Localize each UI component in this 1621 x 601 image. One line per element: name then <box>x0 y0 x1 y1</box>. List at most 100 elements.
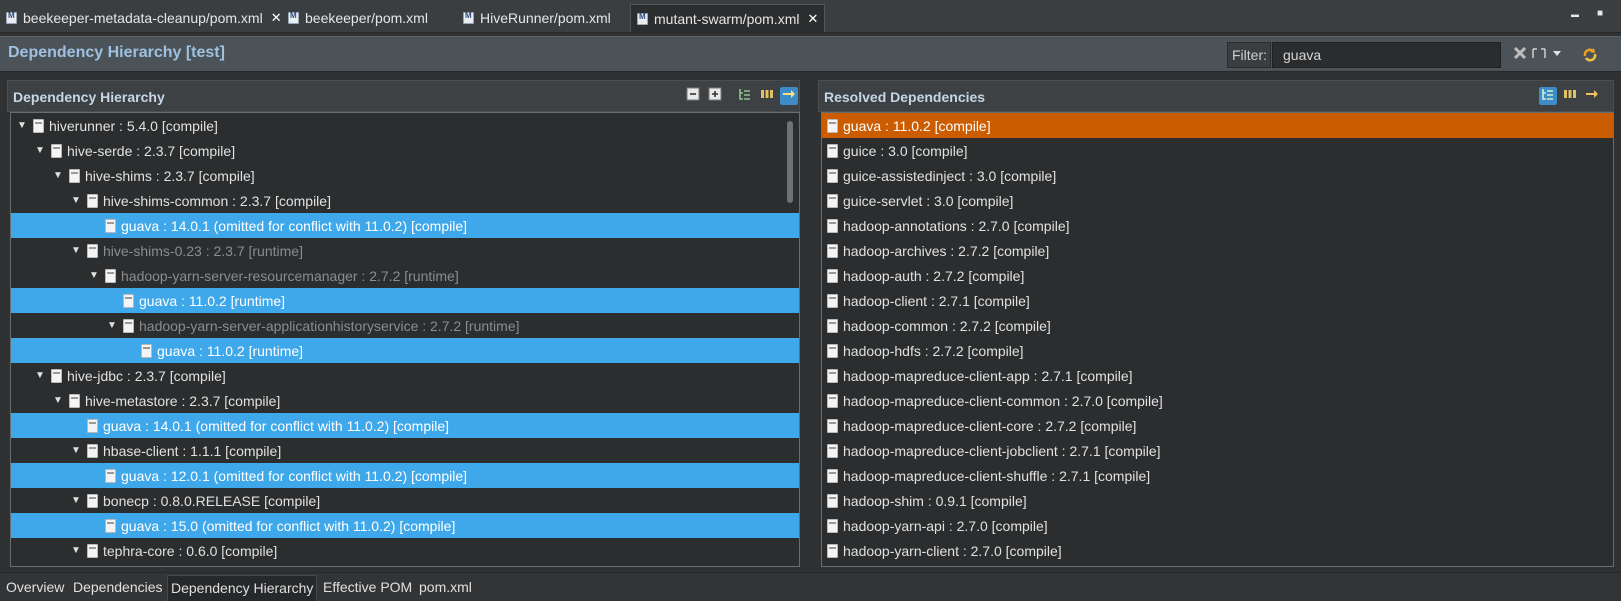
jar-icon <box>827 193 838 208</box>
list-item-label: hadoop-mapreduce-client-core : 2.7.2 [co… <box>843 417 1137 434</box>
expand-all-icon[interactable] <box>706 87 724 105</box>
close-icon[interactable]: ✕ <box>807 11 818 27</box>
tree-row[interactable]: ▼ hadoop-yarn-server-resourcemanager : 2.… <box>11 263 799 288</box>
chevron-down-icon[interactable]: ▼ <box>51 395 65 406</box>
list-item-label: hadoop-hdfs : 2.7.2 [compile] <box>843 342 1024 359</box>
chevron-down-icon[interactable]: ▼ <box>69 445 83 456</box>
list-item[interactable]: hadoop-hdfs : 2.7.2 [compile] <box>822 338 1613 363</box>
refresh-icon[interactable] <box>1580 46 1600 66</box>
tree-row-label: hiverunner : 5.4.0 [compile] <box>49 117 218 134</box>
tree-row[interactable]: guava : 14.0.1 (omitted for conflict wit… <box>11 213 799 238</box>
filter-mode-dropdown-icon[interactable] <box>1530 46 1566 66</box>
tree-row[interactable]: ▼ bonecp : 0.8.0.RELEASE [compile] <box>11 488 799 513</box>
jar-icon <box>827 543 838 558</box>
filter-label: Filter: <box>1227 42 1271 68</box>
jar-icon <box>87 543 98 558</box>
tab-effective-pom[interactable]: Effective POM <box>320 578 415 600</box>
filter-input[interactable] <box>1272 42 1501 68</box>
tree-row[interactable]: ▼ hive-shims : 2.3.7 [compile] <box>11 163 799 188</box>
jar-icon <box>827 118 838 133</box>
tree-row-label: tephra-core : 0.6.0 [compile] <box>103 542 278 559</box>
list-item[interactable]: hadoop-annotations : 2.7.0 [compile] <box>822 213 1613 238</box>
clear-filter-icon[interactable] <box>1510 46 1530 66</box>
tree-row[interactable]: guava : 11.0.2 [runtime] <box>11 338 799 363</box>
jar-icon <box>827 393 838 408</box>
columns-icon[interactable] <box>758 87 776 105</box>
editor-tab-beekeeper[interactable]: beekeeper/pom.xml <box>282 4 434 32</box>
minimize-icon[interactable]: ▬ <box>1571 10 1579 19</box>
editor-tab-mutant-swarm[interactable]: mutant-swarm/pom.xml ✕ <box>630 4 826 32</box>
list-item[interactable]: hadoop-mapreduce-client-shuffle : 2.7.1 … <box>822 463 1613 488</box>
list-item[interactable]: guice-assistedinject : 3.0 [compile] <box>822 163 1613 188</box>
tree-row[interactable]: ▼ hive-shims-common : 2.3.7 [compile] <box>11 188 799 213</box>
list-item[interactable]: hadoop-yarn-api : 2.7.0 [compile] <box>822 513 1613 538</box>
chevron-down-icon[interactable]: ▼ <box>105 320 119 331</box>
chevron-down-icon[interactable]: ▼ <box>33 145 47 156</box>
columns-icon[interactable] <box>1561 87 1579 105</box>
tree-row-label: guava : 14.0.1 (omitted for conflict wit… <box>121 217 468 234</box>
chevron-down-icon[interactable]: ▼ <box>69 545 83 556</box>
list-item[interactable]: guice-servlet : 3.0 [compile] <box>822 188 1613 213</box>
chevron-down-icon[interactable]: ▼ <box>87 270 101 281</box>
chevron-down-icon[interactable]: ▼ <box>69 495 83 506</box>
tab-overview[interactable]: Overview <box>3 578 67 600</box>
collapse-all-icon[interactable] <box>684 87 702 105</box>
editor-header: Dependency Hierarchy [test] Filter: <box>0 36 1621 72</box>
close-icon[interactable]: ✕ <box>271 10 282 26</box>
tab-dependency-hierarchy[interactable]: Dependency Hierarchy <box>167 575 318 601</box>
list-item[interactable]: hadoop-auth : 2.7.2 [compile] <box>822 263 1613 288</box>
list-item-label: hadoop-yarn-client : 2.7.0 [compile] <box>843 542 1062 559</box>
jar-icon <box>827 318 838 333</box>
list-item[interactable]: guice : 3.0 [compile] <box>822 138 1613 163</box>
dependency-hierarchy-panel: Dependency Hierarchy ▼ hiverunner : 5.4.0… <box>7 80 800 567</box>
tree-row[interactable]: ▼ hive-serde : 2.3.7 [compile] <box>11 138 799 163</box>
tree-row[interactable]: ▼ hbase-client : 1.1.1 [compile] <box>11 438 799 463</box>
list-item[interactable]: hadoop-yarn-client : 2.7.0 [compile] <box>822 538 1613 563</box>
chevron-down-icon[interactable]: ▼ <box>69 195 83 206</box>
editor-tab-label: beekeeper/pom.xml <box>305 10 428 26</box>
tree-row[interactable]: ▼ hiverunner : 5.4.0 [compile] <box>11 113 799 138</box>
link-selection-icon[interactable] <box>1583 87 1601 105</box>
list-item-label: hadoop-common : 2.7.2 [compile] <box>843 317 1051 334</box>
tree-row[interactable]: guava : 11.0.2 [runtime] <box>11 288 799 313</box>
tree-row[interactable]: guava : 14.0.1 (omitted for conflict wit… <box>11 413 799 438</box>
tab-dependencies[interactable]: Dependencies <box>70 578 166 600</box>
resolved-dependencies-list[interactable]: guava : 11.0.2 [compile] guice : 3.0 [com… <box>821 112 1614 567</box>
editor-tab-hiverunner[interactable]: HiveRunner/pom.xml <box>457 4 617 32</box>
show-group-id-icon[interactable] <box>736 87 754 105</box>
jar-icon <box>51 368 62 383</box>
list-item[interactable]: hadoop-mapreduce-client-core : 2.7.2 [co… <box>822 413 1613 438</box>
link-selection-icon[interactable] <box>780 87 798 105</box>
tree-row[interactable]: guava : 12.0.1 (omitted for conflict wit… <box>11 463 799 488</box>
maven-file-icon <box>463 11 474 24</box>
dependency-hierarchy-tree[interactable]: ▼ hiverunner : 5.4.0 [compile] ▼ hive-serde… <box>10 112 800 567</box>
list-item[interactable]: hadoop-common : 2.7.2 [compile] <box>822 313 1613 338</box>
tree-row[interactable]: ▼ hive-metastore : 2.3.7 [compile] <box>11 388 799 413</box>
list-item[interactable]: hadoop-mapreduce-client-common : 2.7.0 [… <box>822 388 1613 413</box>
editor-tab-beekeeper-metadata-cleanup[interactable]: beekeeper-metadata-cleanup/pom.xml ✕ <box>0 4 288 32</box>
jar-icon <box>827 168 838 183</box>
show-group-id-icon[interactable] <box>1539 87 1557 105</box>
list-item-label: guice : 3.0 [compile] <box>843 142 968 159</box>
jar-icon <box>827 243 838 258</box>
tree-row[interactable]: ▼ tephra-core : 0.6.0 [compile] <box>11 538 799 563</box>
tree-row-label: hive-shims-common : 2.3.7 [compile] <box>103 192 331 209</box>
list-item[interactable]: hadoop-archives : 2.7.2 [compile] <box>822 238 1613 263</box>
chevron-down-icon[interactable]: ▼ <box>69 245 83 256</box>
tree-row[interactable]: ▼ hadoop-yarn-server-applicationhistoryse… <box>11 313 799 338</box>
list-item[interactable]: hadoop-client : 2.7.1 [compile] <box>822 288 1613 313</box>
chevron-down-icon[interactable]: ▼ <box>33 370 47 381</box>
chevron-down-icon[interactable]: ▼ <box>51 170 65 181</box>
tree-row[interactable]: guava : 15.0 (omitted for conflict with … <box>11 513 799 538</box>
list-item[interactable]: hadoop-mapreduce-client-app : 2.7.1 [com… <box>822 363 1613 388</box>
tree-row[interactable]: ▼ hive-jdbc : 2.3.7 [compile] <box>11 363 799 388</box>
list-item-label: hadoop-annotations : 2.7.0 [compile] <box>843 217 1070 234</box>
chevron-down-icon[interactable]: ▼ <box>15 120 29 131</box>
list-item[interactable]: guava : 11.0.2 [compile] <box>822 113 1613 138</box>
tab-pom-xml[interactable]: pom.xml <box>416 578 475 600</box>
maximize-icon[interactable]: ■ <box>1597 8 1603 19</box>
list-item[interactable]: hadoop-mapreduce-client-jobclient : 2.7.… <box>822 438 1613 463</box>
jar-icon <box>87 493 98 508</box>
tree-row[interactable]: ▼ hive-shims-0.23 : 2.3.7 [runtime] <box>11 238 799 263</box>
list-item[interactable]: hadoop-shim : 0.9.1 [compile] <box>822 488 1613 513</box>
